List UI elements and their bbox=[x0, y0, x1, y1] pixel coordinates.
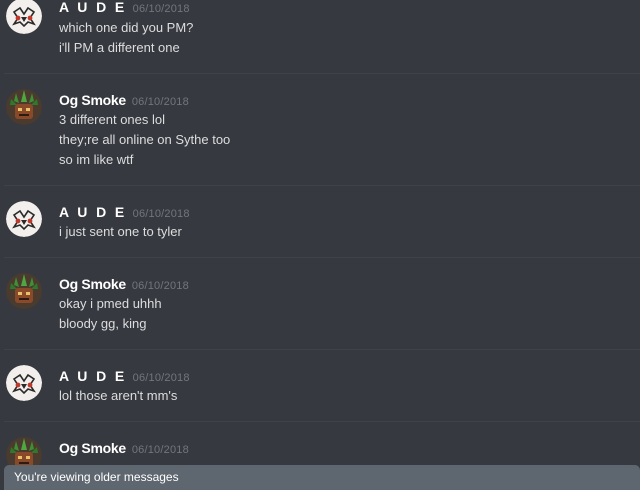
message-header: Og Smoke 06/10/2018 bbox=[59, 440, 189, 458]
message-text: so im like wtf bbox=[59, 152, 134, 167]
message-divider bbox=[4, 73, 640, 74]
username[interactable]: A U D E bbox=[59, 368, 127, 384]
message-text: which one did you PM? bbox=[59, 20, 194, 35]
username[interactable]: Og Smoke bbox=[59, 440, 126, 456]
message-text: bloody gg, king bbox=[59, 316, 147, 331]
message-text: lol those aren't mm's bbox=[59, 388, 178, 403]
message-text: i'll PM a different one bbox=[59, 40, 180, 55]
timestamp: 06/10/2018 bbox=[131, 280, 189, 292]
older-messages-bar[interactable]: You're viewing older messages bbox=[4, 465, 640, 490]
aude-avatar-icon[interactable] bbox=[6, 201, 42, 237]
og-smoke-avatar-icon[interactable] bbox=[6, 89, 42, 125]
timestamp: 06/10/2018 bbox=[132, 372, 190, 384]
timestamp: 06/10/2018 bbox=[132, 3, 190, 15]
message-header: A U D E 06/10/2018 bbox=[59, 0, 190, 17]
message-text: i just sent one to tyler bbox=[59, 224, 182, 239]
aude-avatar-icon[interactable] bbox=[6, 365, 42, 401]
message-divider bbox=[4, 421, 640, 422]
timestamp: 06/10/2018 bbox=[131, 444, 189, 456]
message-header: A U D E 06/10/2018 bbox=[59, 204, 190, 222]
message-text: okay i pmed uhhh bbox=[59, 296, 162, 311]
message-divider bbox=[4, 185, 640, 186]
message-list: A U D E 06/10/2018 which one did you PM? … bbox=[0, 0, 640, 490]
message-text: 3 different ones lol bbox=[59, 112, 165, 127]
message-header: Og Smoke 06/10/2018 bbox=[59, 92, 189, 110]
username[interactable]: Og Smoke bbox=[59, 92, 126, 108]
older-messages-label: You're viewing older messages bbox=[14, 470, 179, 484]
og-smoke-avatar-icon[interactable] bbox=[6, 273, 42, 309]
message-header: Og Smoke 06/10/2018 bbox=[59, 276, 189, 294]
username[interactable]: A U D E bbox=[59, 0, 127, 15]
aude-avatar-icon[interactable] bbox=[6, 0, 42, 34]
username[interactable]: A U D E bbox=[59, 204, 127, 220]
message-divider bbox=[4, 257, 640, 258]
timestamp: 06/10/2018 bbox=[131, 96, 189, 108]
message-header: A U D E 06/10/2018 bbox=[59, 368, 190, 386]
username[interactable]: Og Smoke bbox=[59, 276, 126, 292]
message-divider bbox=[4, 349, 640, 350]
message-text: they;re all online on Sythe too bbox=[59, 132, 231, 147]
timestamp: 06/10/2018 bbox=[132, 208, 190, 220]
